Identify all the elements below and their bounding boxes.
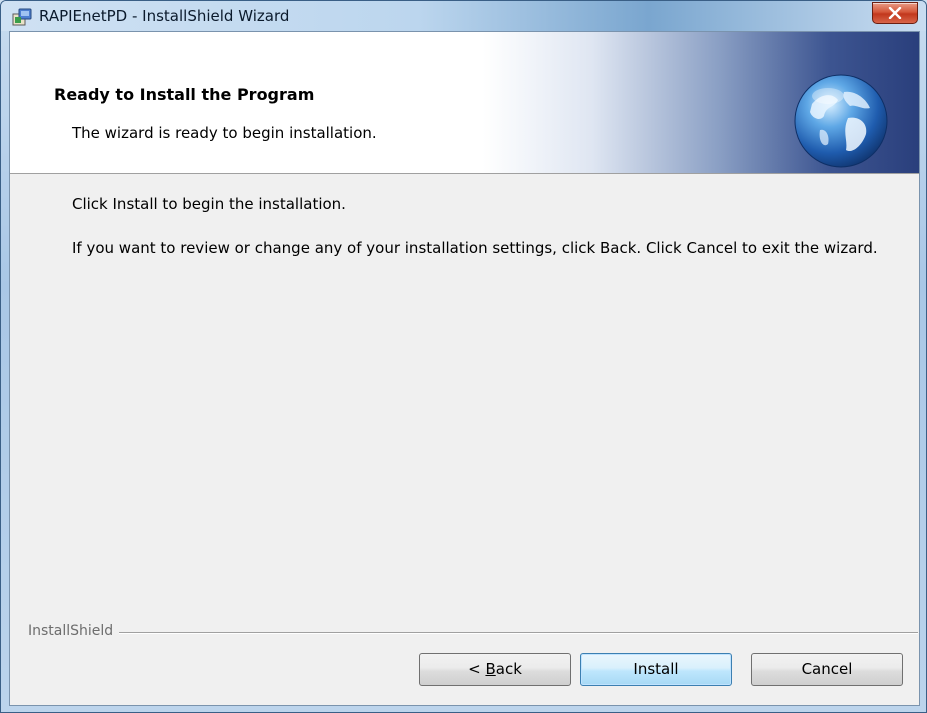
close-button[interactable] — [872, 2, 918, 24]
review-settings-text: If you want to review or change any of y… — [72, 239, 878, 257]
installer-app-icon — [12, 8, 32, 26]
install-button[interactable]: Install — [580, 653, 732, 686]
globe-icon — [794, 74, 888, 168]
banner-subtitle: The wizard is ready to begin installatio… — [72, 124, 377, 142]
back-button-accelerator: B — [485, 660, 496, 678]
back-button-prefix: < — [468, 660, 486, 678]
back-button[interactable]: < Back — [419, 653, 571, 686]
instruction-text: Click Install to begin the installation. — [72, 195, 346, 213]
close-icon — [888, 7, 902, 19]
window-title: RAPIEnetPD - InstallShield Wizard — [39, 7, 290, 25]
wizard-banner: Ready to Install the Program The wizard … — [10, 32, 919, 174]
installshield-brand-label: InstallShield — [28, 623, 120, 639]
separator-line — [28, 632, 918, 634]
installshield-brand-separator: InstallShield — [28, 623, 918, 639]
cancel-button[interactable]: Cancel — [751, 653, 903, 686]
title-bar[interactable]: RAPIEnetPD - InstallShield Wizard — [1, 1, 926, 31]
wizard-client-area: Ready to Install the Program The wizard … — [9, 31, 920, 706]
banner-title: Ready to Install the Program — [54, 85, 315, 104]
back-button-label: ack — [495, 660, 522, 678]
installer-window: RAPIEnetPD - InstallShield Wizard Ready … — [0, 0, 927, 713]
